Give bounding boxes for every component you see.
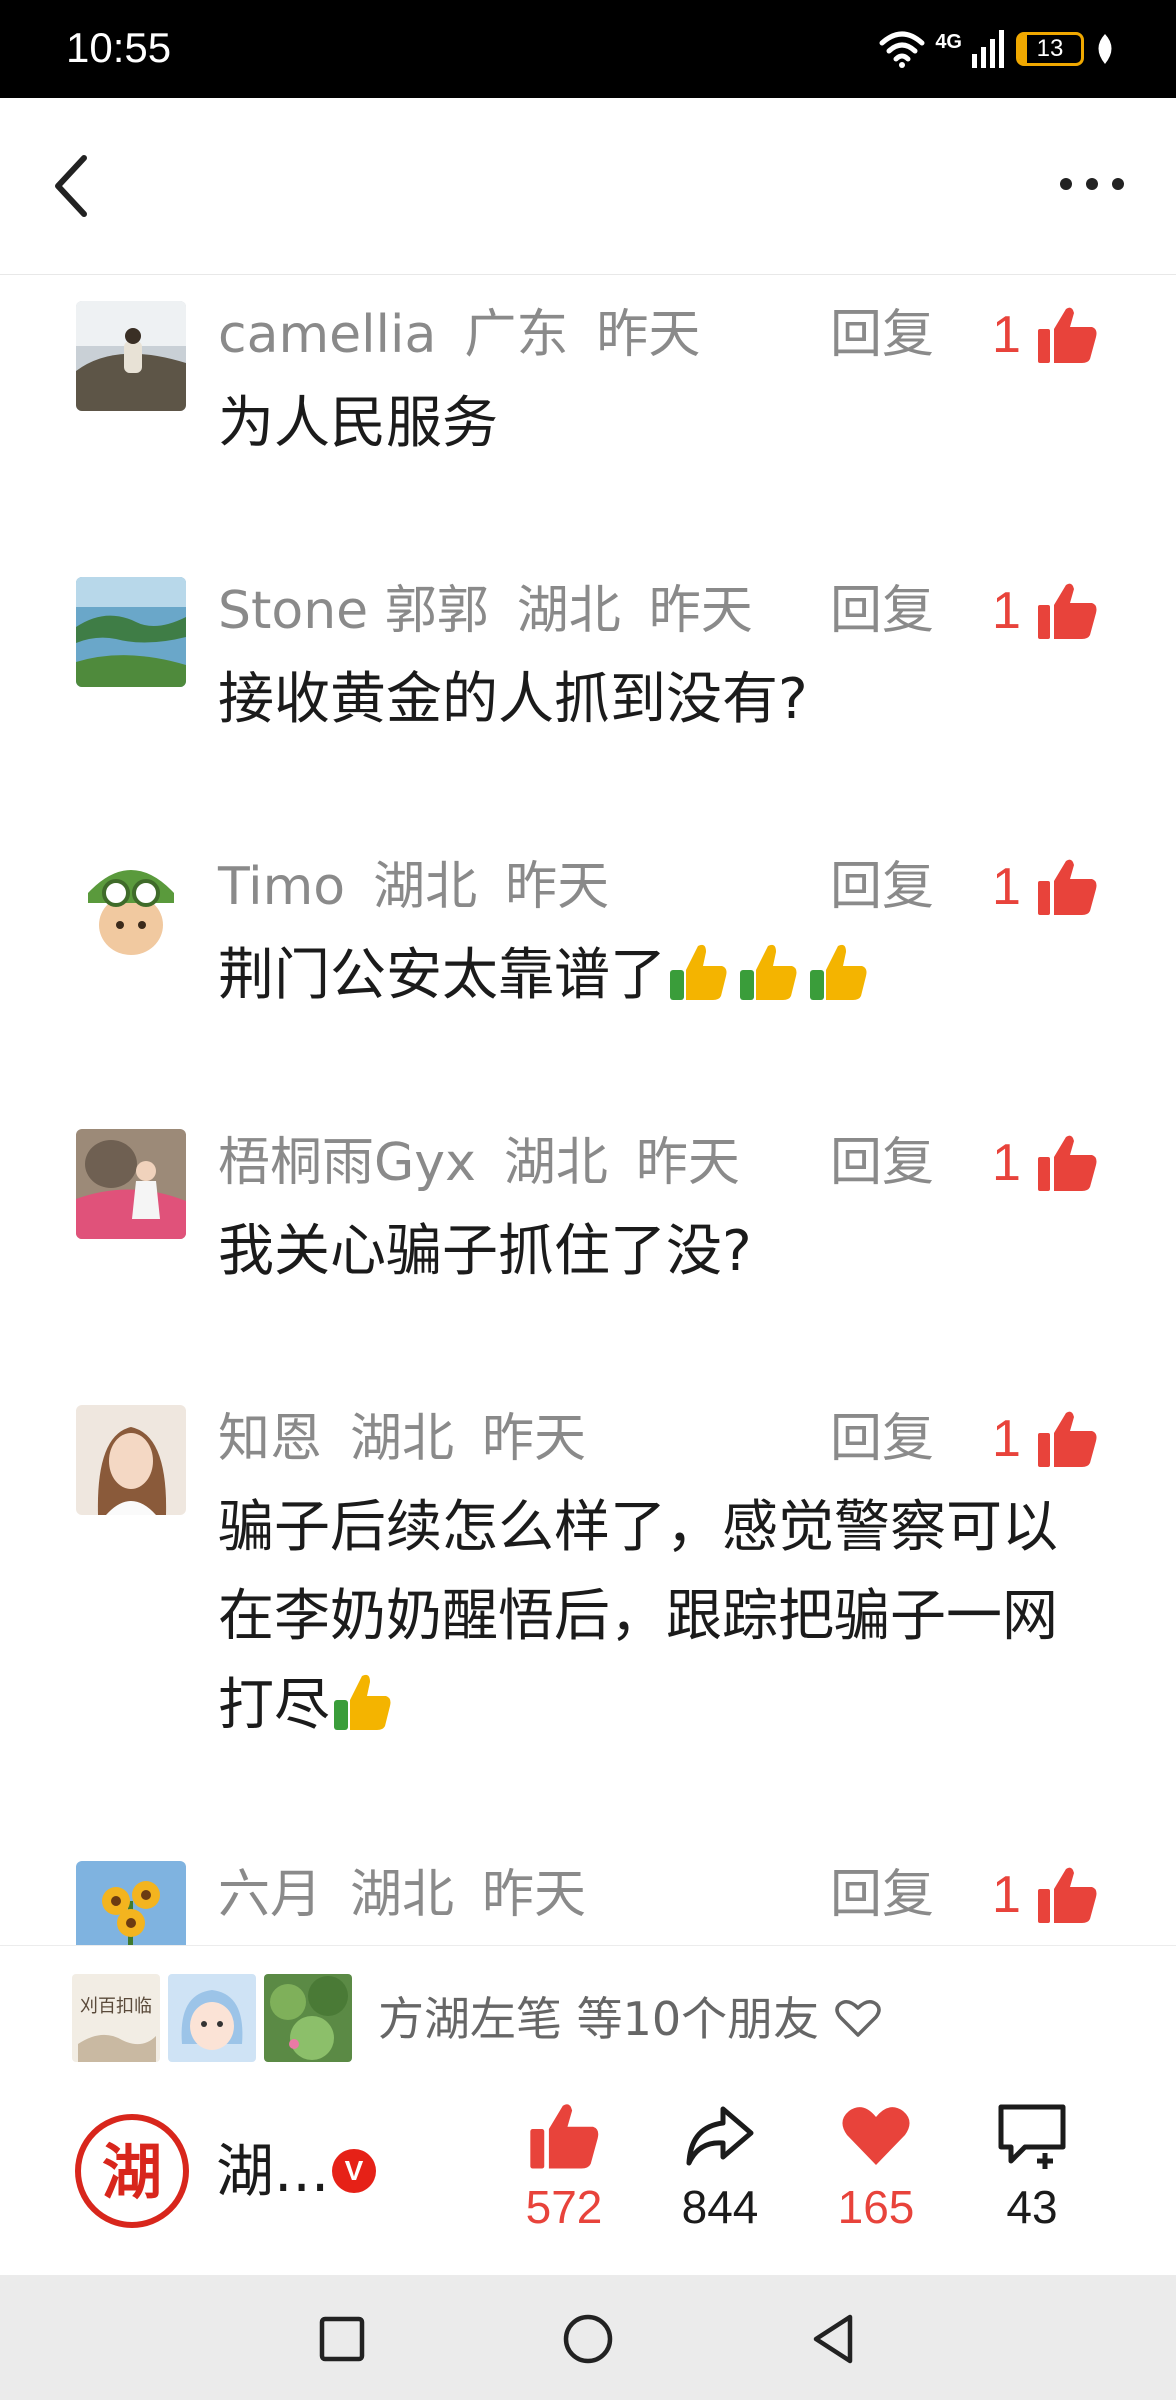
user-avatar[interactable] [76, 1129, 186, 1239]
comment-text: 骗子后续怎么样了，感觉警察可以在李奶奶醒悟后，跟踪把骗子一网打尽 [218, 1495, 1058, 1738]
comment-add-icon [998, 2104, 1066, 2169]
comment-time: 昨天 [505, 857, 610, 917]
comment-text: 我关心骗子抓住了没? [218, 1219, 752, 1284]
thumbs-up-emoji-icon [670, 944, 727, 1000]
comment-username[interactable]: 梧桐雨Gyx [218, 1133, 476, 1193]
battery-indicator: 13 [1016, 32, 1084, 66]
comment-meta: 知恩 湖北 昨天 [218, 1405, 614, 1473]
friend-avatar [168, 1974, 256, 2062]
liked-by-friends-bar[interactable]: 刈百扣临 方湖左笔 等10个朋友 [0, 1945, 1176, 2086]
comment-region: 广东 [464, 305, 569, 365]
recent-apps-icon[interactable] [312, 2309, 372, 2369]
friend-avatar: 刈百扣临 [72, 1974, 160, 2062]
heart-outline-icon [835, 2000, 881, 2037]
like-button[interactable]: 572 [504, 2101, 624, 2237]
comment-region: 湖北 [503, 1133, 608, 1193]
comment-time: 昨天 [482, 1409, 587, 1469]
account-logo[interactable]: 湖 [74, 2113, 190, 2229]
top-bar [0, 98, 1176, 275]
svg-text:湖: 湖 [102, 2138, 162, 2208]
user-avatar[interactable] [76, 853, 186, 963]
svg-text:刈百扣临: 刈百扣临 [80, 1996, 152, 2017]
user-avatar[interactable] [76, 1861, 186, 1945]
thumbs-up-icon[interactable] [1036, 581, 1098, 641]
comment-text: 接收黄金的人抓到没有? [218, 667, 808, 732]
wifi-icon [879, 31, 925, 68]
reply-button[interactable]: 回复 [830, 853, 934, 921]
comment-list: camellia 广东 昨天 回复 1 为人民服务 Stone 郭郭 湖北 昨天 回复 … [0, 275, 1176, 1945]
comment-username[interactable]: 六月 [218, 1865, 322, 1925]
share-button[interactable]: 844 [660, 2101, 780, 2237]
comment-username[interactable]: Timo [218, 857, 345, 917]
like-count: 1 [992, 306, 1021, 364]
comment-meta: camellia 广东 昨天 [218, 301, 728, 369]
thumbs-up-emoji-icon [740, 944, 797, 1000]
account-name[interactable]: 湖... [216, 2135, 329, 2207]
comment-username[interactable]: 知恩 [218, 1409, 322, 1469]
comment-username[interactable]: Stone 郭郭 [218, 581, 489, 641]
reply-button[interactable]: 回复 [830, 1129, 934, 1197]
thumbs-up-icon[interactable] [1036, 857, 1098, 917]
favorite-total: 165 [837, 2181, 915, 2233]
comment-time: 昨天 [635, 1133, 740, 1193]
comment-meta: 梧桐雨Gyx 湖北 昨天 [218, 1129, 768, 1197]
comment-text: 为人民服务 [218, 391, 498, 456]
user-avatar[interactable] [76, 301, 186, 411]
thumbs-up-icon[interactable] [1036, 1865, 1098, 1925]
thumbs-up-emoji-icon [810, 944, 867, 1000]
leaf-icon [1098, 34, 1112, 64]
home-icon[interactable] [558, 2309, 618, 2369]
system-nav-bar [0, 2275, 1176, 2400]
bottom-action-bar: 湖 湖... V 572 844 165 43 [0, 2085, 1176, 2275]
comment-region: 湖北 [350, 1409, 455, 1469]
user-avatar[interactable] [76, 577, 186, 687]
like-count: 1 [992, 1866, 1021, 1924]
comment-time: 昨天 [596, 305, 701, 365]
back-nav-icon[interactable] [804, 2309, 864, 2369]
friends-liked-text: 方湖左笔 等10个朋友 [378, 1986, 882, 2052]
reply-button[interactable]: 回复 [830, 1405, 934, 1473]
like-count: 1 [992, 1134, 1021, 1192]
comment-meta: 六月 湖北 昨天 [218, 1861, 614, 1929]
comment-time: 昨天 [482, 1865, 587, 1925]
comment-region: 湖北 [516, 581, 621, 641]
verified-badge: V [332, 2149, 376, 2193]
like-total: 572 [525, 2181, 603, 2233]
heart-icon [842, 2107, 910, 2165]
comment-meta: Timo 湖北 昨天 [218, 853, 637, 921]
share-total: 844 [681, 2181, 759, 2233]
comment-meta: Stone 郭郭 湖北 昨天 [218, 577, 781, 645]
network-label: 4G [935, 30, 962, 53]
thumbs-up-icon[interactable] [1036, 305, 1098, 365]
comment-button[interactable]: 43 [972, 2101, 1092, 2237]
like-count: 1 [992, 582, 1021, 640]
like-count: 1 [992, 858, 1021, 916]
comment-text: 荆门公安太靠谱了 [218, 931, 1078, 1020]
status-icons: 4G 13 [879, 26, 1116, 72]
share-arrow-icon [686, 2106, 754, 2166]
comment-region: 湖北 [373, 857, 478, 917]
signal-icon [972, 30, 1004, 68]
friend-avatar [264, 1974, 352, 2062]
reply-button[interactable]: 回复 [830, 301, 934, 369]
thumbs-up-icon [530, 2104, 599, 2169]
comment-total: 43 [1006, 2181, 1058, 2233]
comment-region: 湖北 [350, 1865, 455, 1925]
status-time: 10:55 [66, 24, 172, 71]
comment-username[interactable]: camellia [218, 305, 436, 365]
favorite-button[interactable]: 165 [816, 2101, 936, 2237]
back-icon[interactable] [44, 146, 104, 226]
thumbs-up-icon[interactable] [1036, 1409, 1098, 1469]
thumbs-up-icon[interactable] [1036, 1133, 1098, 1193]
user-avatar[interactable] [76, 1405, 186, 1515]
thumbs-up-emoji-icon [334, 1674, 391, 1730]
reply-button[interactable]: 回复 [830, 577, 934, 645]
comment-time: 昨天 [648, 581, 753, 641]
status-bar: 10:55 4G 13 [0, 0, 1176, 98]
like-count: 1 [992, 1410, 1021, 1468]
reply-button[interactable]: 回复 [830, 1861, 934, 1929]
more-icon[interactable] [1052, 164, 1132, 204]
